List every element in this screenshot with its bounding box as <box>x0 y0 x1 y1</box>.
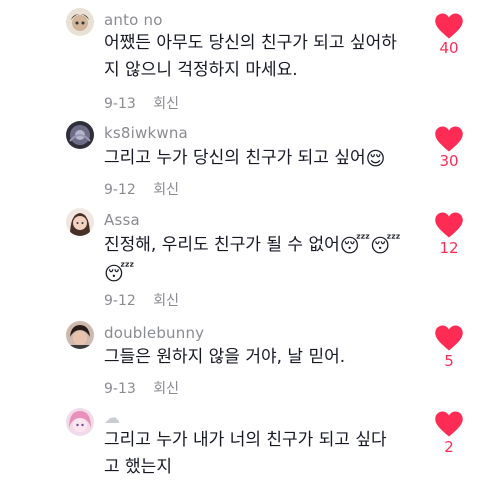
avatar[interactable] <box>66 208 94 236</box>
avatar[interactable] <box>66 121 94 149</box>
username[interactable]: ks8iwkwna <box>104 124 188 142</box>
comment-text-body: 진정해, 우리도 친구가 될 수 없어 <box>104 235 340 255</box>
heart-icon[interactable] <box>434 12 464 42</box>
comment-text-line: 지 않으니 걱정하지 마세요. <box>104 60 298 80</box>
comment-text: 그리고 누가 당신의 친구가 되고 싶어😌 <box>104 145 434 173</box>
comment-date: 9-12 <box>104 293 136 309</box>
comment-meta: 9-13 회신 <box>104 93 179 113</box>
comment-date: 9-12 <box>104 182 136 198</box>
reply-button[interactable]: 회신 <box>153 96 179 112</box>
avatar[interactable] <box>66 321 94 349</box>
comment-text: 어쨌든 아무도 당신의 친구가 되고 싶어하 지 않으니 걱정하지 마세요. <box>104 30 434 84</box>
username[interactable]: anto no <box>104 11 163 29</box>
reply-button[interactable]: 회신 <box>153 182 179 198</box>
comment-meta: 9-12 회신 <box>104 290 179 310</box>
comment-text: 진정해, 우리도 친구가 될 수 없어😴😴 😴 <box>104 232 434 288</box>
comment-text: 그들은 원하지 않을 거야, 날 믿어. <box>104 344 434 371</box>
sleeping-face-emoji: 😴😴 <box>339 235 401 257</box>
comment-text: 그리고 누가 내가 너의 친구가 되고 싶다 고 했는지 <box>104 427 434 481</box>
comment-date: 9-13 <box>104 381 136 397</box>
heart-icon[interactable] <box>434 125 464 155</box>
username[interactable]: Assa <box>104 211 140 229</box>
avatar[interactable] <box>66 8 94 36</box>
comment-text-line: 어쨌든 아무도 당신의 친구가 되고 싶어하 <box>104 33 397 53</box>
comment-date: 9-13 <box>104 96 136 112</box>
sleeping-face-emoji: 😴 <box>104 263 135 285</box>
heart-icon[interactable] <box>434 324 464 354</box>
like-count: 30 <box>439 152 459 170</box>
like-count: 5 <box>444 352 454 370</box>
comment-text-line: 그리고 누가 내가 너의 친구가 되고 싶다 <box>104 430 387 450</box>
relieved-face-emoji: 😌 <box>365 148 386 170</box>
comment-meta: 9-12 회신 <box>104 179 179 199</box>
reply-button[interactable]: 회신 <box>153 293 179 309</box>
avatar[interactable] <box>66 408 94 436</box>
comment-text-body: 그들은 원하지 않을 거야, 날 믿어. <box>104 347 346 367</box>
heart-icon[interactable] <box>434 410 464 440</box>
heart-icon[interactable] <box>434 211 464 241</box>
reply-button[interactable]: 회신 <box>153 381 179 397</box>
like-count: 12 <box>439 239 459 257</box>
comment-text-body: 그리고 누가 당신의 친구가 되고 싶어 <box>104 148 366 168</box>
comment-meta: 9-13 회신 <box>104 378 179 398</box>
comment-text-line: 고 했는지 <box>104 457 172 477</box>
like-count: 40 <box>439 39 459 57</box>
username[interactable]: doublebunny <box>104 324 204 342</box>
cloud-icon[interactable]: ☁ <box>104 408 120 427</box>
like-count: 2 <box>444 438 454 456</box>
